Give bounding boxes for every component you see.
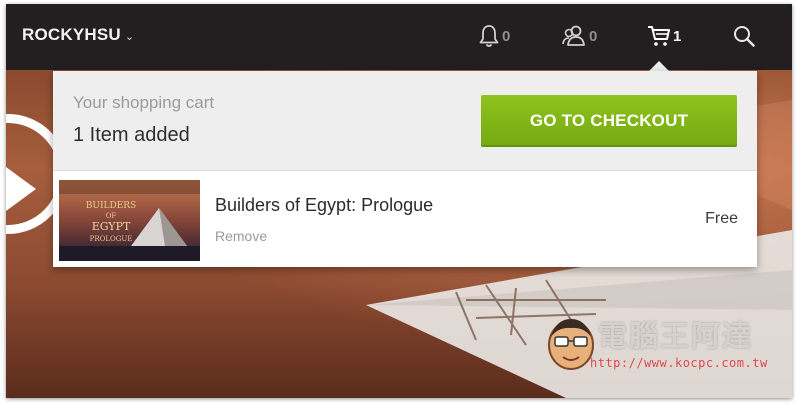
search-icon	[734, 26, 755, 47]
thumbnail-title-line3: EGYPT	[92, 220, 131, 233]
top-navigation-bar: ROCKYHSU ⌄ 0 0 1	[6, 4, 792, 70]
user-menu[interactable]: ROCKYHSU ⌄	[22, 25, 134, 45]
watermark-url: http://www.kocpc.com.tw	[590, 356, 768, 370]
product-name[interactable]: Builders of Egypt: Prologue	[215, 195, 433, 216]
cart-title: Your shopping cart	[73, 93, 215, 112]
app-frame: ROCKYHSU ⌄ 0 0 1 Your shopping cart 1 It…	[6, 4, 792, 398]
product-thumbnail-art: BUILDERS OF EGYPT PROLOGUE	[59, 180, 200, 261]
bell-icon	[479, 25, 499, 47]
cart-status: 1 Item added	[73, 124, 190, 146]
product-price: Free	[705, 210, 738, 227]
cart-count: 1	[673, 27, 682, 45]
thumbnail-title-line1: BUILDERS	[86, 201, 136, 211]
watermark-text: 電腦王阿達	[598, 319, 754, 353]
thumbnail-title-line2: OF	[106, 212, 117, 220]
username-label: ROCKYHSU	[22, 25, 121, 44]
thumbnail-subtitle: PROLOGUE	[90, 235, 133, 243]
cart-dropdown: Your shopping cart 1 Item added GO TO CH…	[53, 71, 757, 267]
notifications-button[interactable]: 0	[478, 21, 510, 51]
go-to-checkout-button[interactable]: GO TO CHECKOUT	[481, 95, 737, 147]
play-icon	[6, 167, 36, 211]
cart-icon	[648, 26, 670, 46]
notifications-count: 0	[502, 27, 511, 45]
friends-count: 0	[589, 27, 598, 45]
cart-button[interactable]: 1	[647, 21, 681, 51]
product-thumbnail[interactable]: BUILDERS OF EGYPT PROLOGUE	[59, 180, 200, 261]
friends-icon	[562, 25, 585, 46]
cart-item: BUILDERS OF EGYPT PROLOGUE Builders of E…	[53, 171, 757, 267]
dropdown-caret	[649, 61, 669, 71]
friends-button[interactable]: 0	[561, 21, 597, 51]
mascot-logo	[548, 319, 594, 370]
search-button[interactable]	[733, 21, 755, 51]
site-watermark: 電腦王阿達 http://www.kocpc.com.tw	[546, 309, 776, 379]
cart-dropdown-header: Your shopping cart 1 Item added GO TO CH…	[53, 71, 757, 171]
chevron-down-icon: ⌄	[124, 31, 135, 43]
remove-item-link[interactable]: Remove	[215, 228, 267, 244]
